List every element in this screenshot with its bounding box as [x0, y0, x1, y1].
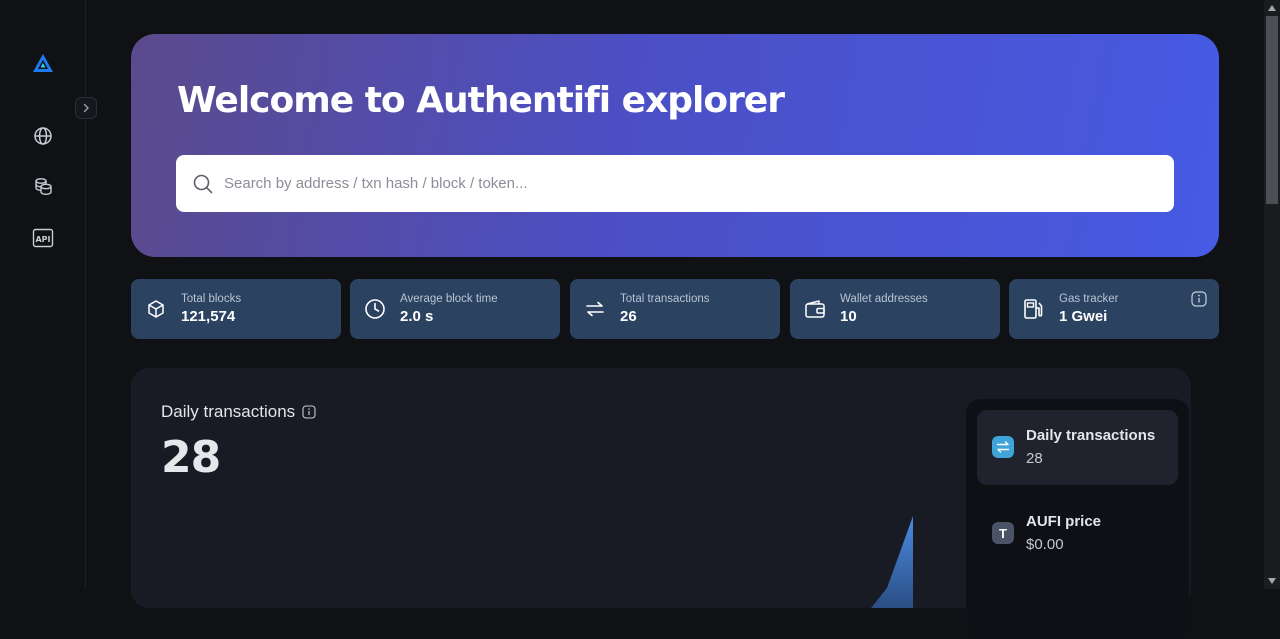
- stat-average-block-time: Average block time 2.0 s: [350, 279, 560, 339]
- search-icon: [193, 174, 213, 193]
- api-icon-label: API: [35, 235, 50, 244]
- nav-tokens[interactable]: [31, 174, 55, 198]
- sidebar: API: [0, 0, 97, 589]
- info-icon[interactable]: [302, 405, 316, 419]
- search-input[interactable]: [224, 175, 1174, 192]
- stat-label: Gas tracker: [1059, 293, 1119, 305]
- wallet-icon: [804, 298, 826, 320]
- side-card-aufi-price[interactable]: T AUFI price $0.00: [977, 496, 1178, 571]
- scroll-up-arrow-icon[interactable]: [1264, 0, 1280, 16]
- api-icon: API: [32, 228, 54, 248]
- side-card-value: $0.00: [1026, 536, 1064, 553]
- stat-value: 1 Gwei: [1059, 308, 1108, 325]
- hero-banner: Welcome to Authentifi explorer: [131, 34, 1219, 257]
- chart-selector: Daily transactions 28 T AUFI price $0.00: [966, 399, 1189, 639]
- panel-title: Daily transactions: [161, 402, 316, 422]
- token-letter-icon: T: [992, 522, 1014, 544]
- stat-label: Total transactions: [620, 293, 710, 305]
- transfer-arrows-icon: [584, 298, 606, 320]
- panel-title-text: Daily transactions: [161, 402, 296, 421]
- nav-api[interactable]: API: [31, 226, 55, 250]
- stat-total-transactions: Total transactions 26: [570, 279, 780, 339]
- coins-icon: [35, 178, 52, 196]
- daily-transactions-chart: [871, 516, 913, 608]
- scroll-down-arrow-icon[interactable]: [1264, 573, 1280, 589]
- cube-icon: [145, 298, 167, 320]
- search-bar[interactable]: [176, 155, 1174, 212]
- stat-label: Average block time: [400, 293, 498, 305]
- scrollbar-thumb[interactable]: [1266, 16, 1278, 204]
- side-card-title: Daily transactions: [1026, 427, 1156, 444]
- stat-gas-tracker: Gas tracker 1 Gwei: [1009, 279, 1219, 339]
- nav-blockchain[interactable]: [31, 124, 55, 148]
- side-card-value: 28: [1026, 450, 1043, 467]
- main-content: Welcome to Authentifi explorer Total blo…: [86, 0, 1264, 639]
- gas-pump-icon: [1023, 298, 1045, 320]
- stat-value: 26: [620, 308, 637, 325]
- chart-area-series: [871, 516, 913, 608]
- stat-value: 121,574: [181, 308, 236, 325]
- daily-transactions-panel: Daily transactions 28 Daily transactions…: [131, 368, 1191, 639]
- clock-icon: [364, 298, 386, 320]
- info-icon[interactable]: [1191, 291, 1207, 307]
- page-title: Welcome to Authentifi explorer: [177, 80, 785, 121]
- stat-label: Total blocks: [181, 293, 242, 305]
- globe-icon: [34, 127, 52, 145]
- stats-row: Total blocks 121,574 Average block time …: [131, 279, 1219, 339]
- side-card-daily-transactions[interactable]: Daily transactions 28: [977, 410, 1178, 485]
- stat-wallet-addresses: Wallet addresses 10: [790, 279, 1000, 339]
- stat-label: Wallet addresses: [840, 293, 928, 305]
- stat-total-blocks: Total blocks 121,574: [131, 279, 341, 339]
- page-scrollbar[interactable]: [1264, 0, 1280, 589]
- authentifi-logo-icon[interactable]: [31, 52, 55, 76]
- transfer-arrows-icon: [992, 436, 1014, 458]
- side-card-title: AUFI price: [1026, 513, 1102, 530]
- stat-value: 2.0 s: [400, 308, 434, 325]
- stat-value: 10: [840, 308, 857, 325]
